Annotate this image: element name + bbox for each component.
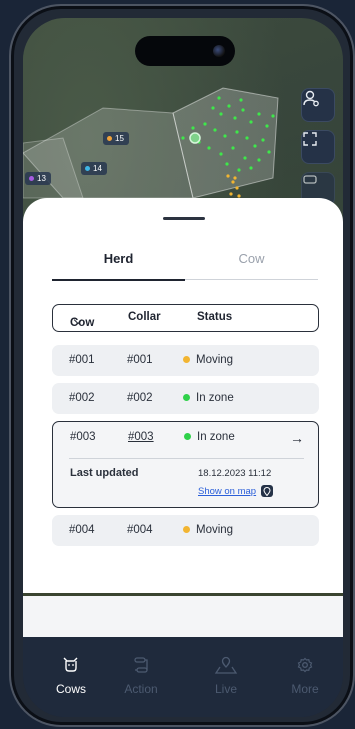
collar-header: Collar: [128, 311, 161, 323]
status-cell: Moving: [183, 354, 233, 366]
tab-label: More: [291, 682, 319, 696]
pin-dot: [29, 176, 34, 181]
tab-bar-segment: Herd Cow: [52, 246, 318, 281]
expand-map-button[interactable]: [301, 130, 335, 164]
tab-action[interactable]: Action: [106, 655, 176, 696]
expand-icon: [303, 132, 317, 146]
map-pin-icon: [191, 655, 261, 675]
collar-id: #001: [127, 354, 153, 366]
cow-id: #004: [69, 524, 95, 536]
tab-cow[interactable]: Cow: [185, 246, 318, 280]
status-cell: Moving: [183, 524, 233, 536]
status-header: Status: [197, 311, 233, 323]
pin-dot: [107, 136, 112, 141]
map-pin-icon: [261, 485, 274, 497]
tab-cows[interactable]: Cows: [36, 655, 106, 696]
cow-id: #002: [69, 392, 95, 404]
tab-label: Action: [124, 682, 158, 696]
camera-icon: [213, 45, 225, 57]
status-dot: [183, 394, 190, 401]
table-row[interactable]: #002 #002 In zone: [52, 383, 319, 414]
table-row[interactable]: #001 #001 Moving: [52, 345, 319, 376]
arrow-right-icon[interactable]: →: [290, 430, 304, 446]
status-dot: [184, 433, 191, 440]
selected-cow-marker: [189, 132, 201, 144]
screen: 15 14 13 Herd Cow Cow Collar Status #001…: [23, 18, 343, 717]
dynamic-island: [135, 36, 235, 66]
tab-label: Cows: [55, 682, 86, 696]
table-row-expanded[interactable]: #003 #003 In zone → Last updated 18.12.2…: [52, 421, 319, 508]
status-dot: [183, 526, 190, 533]
map-pin-15[interactable]: 15: [103, 132, 129, 145]
cow-icon: [303, 175, 317, 184]
table-header: Cow Collar Status: [52, 304, 319, 332]
last-updated-label: Last updated: [70, 467, 139, 479]
sheet-lower-strip: [23, 593, 343, 637]
collar-id-link[interactable]: #003: [128, 431, 154, 443]
status-cell: In zone: [184, 431, 235, 443]
cow-icon: [36, 655, 106, 675]
user-location-button[interactable]: [301, 88, 335, 122]
pin-dot: [85, 166, 90, 171]
cow-id: #001: [69, 354, 95, 366]
bottom-tab-bar: Cows Action Live More: [23, 637, 343, 717]
collar-id: #002: [127, 392, 153, 404]
route-icon: [106, 655, 176, 675]
tab-more[interactable]: More: [270, 655, 340, 696]
user-pin-icon: [303, 90, 319, 107]
collar-id: #004: [127, 524, 153, 536]
bottom-sheet: Herd Cow Cow Collar Status #001 #001 Mov…: [23, 198, 343, 593]
table-row[interactable]: #004 #004 Moving: [52, 515, 319, 546]
cow-id: #003: [70, 431, 96, 443]
gear-icon: [270, 655, 340, 675]
status-cell: In zone: [183, 392, 234, 404]
tab-herd[interactable]: Herd: [52, 246, 185, 281]
map-pin-13[interactable]: 13: [25, 172, 51, 185]
show-on-map-link[interactable]: Show on map: [198, 485, 274, 497]
phone-frame: 15 14 13 Herd Cow Cow Collar Status #001…: [9, 4, 355, 727]
divider: [69, 458, 304, 459]
map-pin-14[interactable]: 14: [81, 162, 107, 175]
status-dot: [183, 356, 190, 363]
tab-label: Live: [214, 682, 237, 696]
tab-live[interactable]: Live: [191, 655, 261, 696]
sheet-grabber[interactable]: [163, 217, 205, 220]
last-updated-value: 18.12.2023 11:12: [198, 468, 272, 479]
